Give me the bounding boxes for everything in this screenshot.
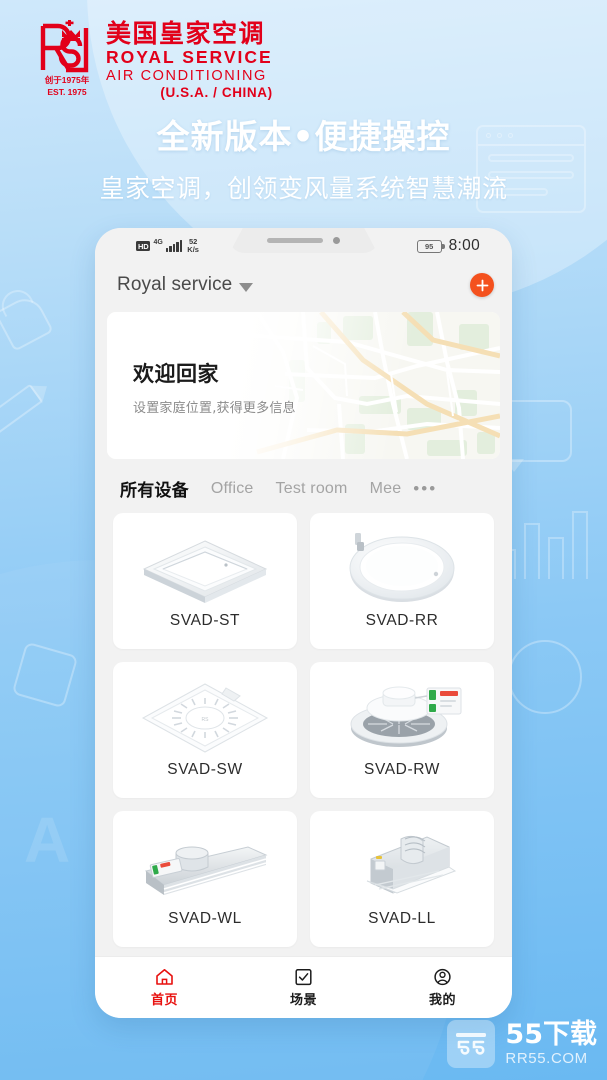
speaker-grille-icon [267, 238, 323, 243]
status-right-group: 95 8:00 [416, 237, 480, 255]
nav-item-home[interactable]: 首页 [95, 968, 234, 1008]
chevron-down-icon [239, 282, 254, 292]
device-name: SVAD-SW [167, 761, 243, 778]
room-tab-office[interactable]: Office [211, 480, 254, 498]
room-tab-all-devices[interactable]: 所有设备 [120, 476, 189, 501]
brand-est-line1: 创于1975年 [44, 75, 90, 85]
account-switcher[interactable]: Royal service [117, 274, 254, 296]
network-speed: 52 K/s [187, 238, 199, 254]
rs-crown-monogram-icon: 创于1975年 EST. 1975 [36, 18, 98, 97]
letter-a-decoration: A [24, 804, 71, 876]
welcome-title: 欢迎回家 [133, 362, 219, 386]
brand-name-english: ROYAL SERVICE [106, 47, 273, 68]
status-left-group: HD 4G 52 K/s [136, 238, 199, 254]
home-icon [156, 968, 173, 985]
phone-notch [229, 228, 378, 253]
pencil-outline-decoration [0, 377, 54, 435]
device-card-svad-wl[interactable]: SVAD-WL [113, 811, 297, 947]
room-tabs: 所有设备 Office Test room Mee ••• [95, 459, 512, 513]
nav-item-scenes[interactable]: 场景 [234, 968, 373, 1008]
person-icon [434, 968, 451, 985]
signal-bars-icon [165, 240, 183, 252]
device-name: SVAD-ST [169, 612, 241, 629]
hero-text-block: 全新版本•便捷操控 皇家空调，创领变风量系统智慧潮流 [0, 110, 607, 205]
hero-subheadline: 皇家空调，创领变风量系统智慧潮流 [99, 174, 508, 203]
welcome-subtitle: 设置家庭位置,获得更多信息 [133, 401, 296, 416]
status-clock: 8:00 [448, 237, 480, 254]
device-card-svad-sw[interactable]: RS SVAD-SW [113, 662, 297, 798]
linear-slot-diffuser-wide-icon [130, 823, 280, 909]
watermark-title: 55下载 [505, 1019, 597, 1051]
network-speed-unit: K/s [187, 245, 199, 254]
device-name: SVAD-RW [364, 761, 440, 778]
device-grid: SVAD-ST SVAD-RR RS SVAD-SW SVAD-RW SVAD-… [95, 513, 512, 947]
battery-icon: 95 [416, 239, 445, 253]
network-type-label: 4G [153, 239, 163, 246]
svg-text:RS: RS [202, 717, 210, 723]
device-card-svad-st[interactable]: SVAD-ST [113, 513, 297, 649]
room-tab-mee[interactable]: Mee [370, 480, 402, 498]
device-card-svad-rw[interactable]: SVAD-RW [310, 662, 494, 798]
welcome-text-group: 欢迎回家 设置家庭位置,获得更多信息 [133, 358, 296, 416]
brand-est-line2: EST. 1975 [47, 86, 87, 97]
add-device-button[interactable] [470, 273, 494, 297]
brand-name-chinese: 美国皇家空调 [106, 19, 266, 48]
circle-outline-decoration [508, 640, 582, 714]
device-card-svad-ll[interactable]: SVAD-LL [310, 811, 494, 947]
linear-slot-diffuser-box-icon [327, 823, 477, 909]
nav-label: 首页 [150, 992, 178, 1008]
page-root: + + A [0, 0, 607, 1080]
site-watermark: 55下载 RR55.COM [447, 1020, 597, 1068]
paint-bucket-outline-decoration [0, 284, 54, 352]
hero-headline: 全新版本•便捷操控 [156, 117, 451, 156]
square-ceiling-cassette-icon [130, 525, 280, 611]
nav-label: 场景 [289, 992, 317, 1008]
welcome-home-card[interactable]: 欢迎回家 设置家庭位置,获得更多信息 [107, 312, 500, 459]
brand-tagline-english: AIR CONDITIONING [106, 67, 267, 84]
round-swirl-diffuser-icon [327, 674, 477, 760]
square-swirl-diffuser-icon: RS [130, 674, 280, 760]
device-name: SVAD-WL [168, 910, 242, 927]
device-name: SVAD-LL [368, 910, 436, 927]
round-ceiling-panel-icon [327, 525, 477, 611]
status-bar: HD 4G 52 K/s 95 8:00 [95, 228, 512, 264]
plus-icon [476, 279, 488, 291]
watermark-domain: RR55.COM [505, 1049, 588, 1067]
nav-label: 我的 [428, 992, 456, 1008]
brand-logo: 创于1975年 EST. 1975 美国皇家空调 ROYAL SERVICE A… [36, 18, 273, 101]
nav-item-profile[interactable]: 我的 [373, 968, 512, 1008]
bottom-navigation: 首页 场景 我的 [95, 956, 512, 1018]
hd-badge-icon: HD [136, 241, 151, 251]
phone-mockup: HD 4G 52 K/s 95 8:00 Royal service 欢迎回家 … [95, 228, 512, 1018]
device-card-svad-rr[interactable]: SVAD-RR [310, 513, 494, 649]
watermark-logo-icon [447, 1020, 496, 1068]
room-tabs-overflow-icon[interactable]: ••• [413, 479, 437, 499]
room-tab-test-room[interactable]: Test room [276, 480, 348, 498]
account-name: Royal service [117, 274, 233, 295]
device-name: SVAD-RR [365, 612, 439, 629]
front-camera-icon [333, 237, 340, 244]
checkbox-icon [295, 968, 312, 985]
watermark-text: 55下载 RR55.COM [505, 1021, 597, 1066]
brand-region: (U.S.A. / CHINA) [160, 85, 273, 101]
app-bar: Royal service [95, 264, 512, 306]
